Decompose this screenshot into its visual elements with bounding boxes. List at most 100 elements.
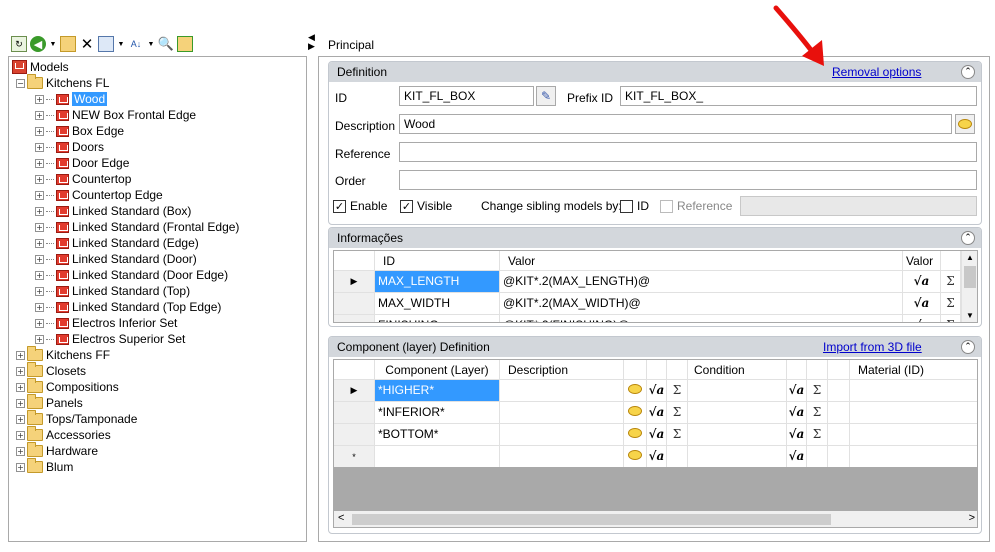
tree-item[interactable]: + Electros Superior Set	[35, 331, 185, 347]
comp-col-condition[interactable]: Condition	[688, 360, 787, 380]
formula-button[interactable]: √a	[787, 380, 807, 402]
comp-cell-description[interactable]	[500, 380, 624, 402]
tree-folder-kitchens-fl[interactable]: − Kitchens FL	[16, 74, 109, 91]
delete-icon[interactable]: ✕	[79, 36, 95, 53]
expand-icon[interactable]: +	[16, 414, 25, 424]
sum-button[interactable]: Σ	[941, 293, 961, 315]
expand-icon[interactable]: +	[35, 270, 44, 280]
tree-item[interactable]: + Countertop Edge	[35, 187, 163, 203]
collapse-component-icon[interactable]: ⌃	[961, 340, 975, 354]
expand-icon[interactable]: +	[35, 126, 44, 136]
expand-icon[interactable]: +	[16, 398, 25, 408]
comp-cell-layer[interactable]: *INFERIOR*	[375, 402, 500, 424]
comp-cell-material[interactable]	[850, 402, 977, 424]
info-cell-valor[interactable]: @KIT*.2(MAX_WIDTH)@	[500, 293, 903, 315]
comp-cell-condition[interactable]	[688, 424, 787, 446]
prefix-id-field[interactable]: KIT_FL_BOX_	[620, 86, 977, 106]
comp-row-header[interactable]	[334, 424, 375, 446]
sum-button[interactable]: Σ	[941, 271, 961, 293]
component-grid[interactable]: Component (Layer) Description Condition …	[333, 359, 978, 528]
expand-icon[interactable]: +	[35, 286, 44, 296]
tree-item[interactable]: + Linked Standard (Edge)	[35, 235, 199, 251]
tree-folder[interactable]: + Accessories	[16, 426, 111, 443]
tree-item[interactable]: + Door Edge	[35, 155, 129, 171]
tree-folder[interactable]: + Panels	[16, 394, 83, 411]
tree-item[interactable]: + Linked Standard (Top)	[35, 283, 190, 299]
tree-item[interactable]: + NEW Box Frontal Edge	[35, 107, 196, 123]
collapse-definition-icon[interactable]: ⌃	[961, 65, 975, 79]
expand-icon[interactable]: +	[16, 446, 25, 456]
enable-checkbox[interactable]: ✓	[333, 200, 346, 213]
formula-button[interactable]: √a	[787, 424, 807, 446]
tree-folder[interactable]: + Compositions	[16, 378, 119, 395]
scroll-thumb[interactable]	[964, 266, 976, 288]
scroll-right-icon[interactable]: >	[969, 512, 975, 524]
expand-icon[interactable]: +	[35, 222, 44, 232]
info-cell-id[interactable]: MAX_LENGTH	[375, 271, 500, 293]
expand-icon[interactable]: +	[16, 350, 25, 360]
comp-cell-material[interactable]	[850, 424, 977, 446]
expand-icon[interactable]: +	[16, 462, 25, 472]
expand-icon[interactable]: +	[35, 174, 44, 184]
reference-field[interactable]	[399, 142, 977, 162]
sum-button[interactable]: Σ	[807, 424, 828, 446]
tree-folder[interactable]: + Closets	[16, 362, 86, 379]
translate-button[interactable]	[624, 380, 647, 402]
expand-icon[interactable]: +	[35, 302, 44, 312]
formula-button[interactable]: √a	[787, 446, 807, 468]
sum-button[interactable]: Σ	[941, 315, 961, 322]
tree-item[interactable]: + Linked Standard (Door)	[35, 251, 197, 267]
comp-cell-condition[interactable]	[688, 380, 787, 402]
sum-button[interactable]: Σ	[667, 380, 688, 402]
removal-options-link[interactable]: Removal options	[832, 65, 921, 79]
comp-cell-description[interactable]	[500, 402, 624, 424]
tree-item[interactable]: + Linked Standard (Box)	[35, 203, 191, 219]
translate-button[interactable]	[955, 114, 975, 134]
tree-folder[interactable]: + Tops/Tamponade	[16, 410, 137, 427]
expand-icon[interactable]: +	[35, 238, 44, 248]
info-col-valor[interactable]: Valor	[500, 251, 903, 271]
id-field[interactable]: KIT_FL_BOX	[399, 86, 534, 106]
sum-button[interactable]	[807, 446, 828, 468]
info-col-valor2[interactable]: Valor	[903, 251, 941, 271]
sum-button[interactable]: Σ	[807, 380, 828, 402]
tree-item[interactable]: + Electros Inferior Set	[35, 315, 177, 331]
visible-checkbox[interactable]: ✓	[400, 200, 413, 213]
comp-cell-condition[interactable]	[688, 446, 787, 468]
tree-item[interactable]: + Box Edge	[35, 123, 124, 139]
formula-button[interactable]: √a	[647, 424, 667, 446]
sum-button[interactable]: Σ	[667, 402, 688, 424]
scroll-down-icon[interactable]: ▼	[966, 311, 974, 320]
tree-folder[interactable]: + Hardware	[16, 442, 98, 459]
sum-button[interactable]	[667, 446, 688, 468]
comp-cell-condition[interactable]	[688, 402, 787, 424]
import-3d-link[interactable]: Import from 3D file	[823, 340, 922, 354]
model-tree[interactable]: Models − Kitchens FL + Wood + NEW Box Front…	[8, 56, 307, 542]
dropdown-icon[interactable]: ▼	[49, 36, 57, 52]
tree-item[interactable]: + Linked Standard (Door Edge)	[35, 267, 228, 283]
expand-icon[interactable]: +	[35, 254, 44, 264]
splitter-toggle[interactable]: ◀ ▶	[308, 33, 316, 51]
formula-button[interactable]: √a	[647, 446, 667, 468]
expand-icon[interactable]: +	[35, 110, 44, 120]
comp-cell-description[interactable]	[500, 424, 624, 446]
info-row-header[interactable]	[334, 315, 375, 322]
component-horizontal-scrollbar[interactable]: < >	[334, 511, 977, 527]
formula-button[interactable]: √a	[787, 402, 807, 424]
description-field[interactable]: Wood	[399, 114, 952, 134]
horizontal-scroll-thumb[interactable]	[352, 514, 831, 525]
id-picker-button[interactable]: ✎	[536, 86, 556, 106]
expand-icon[interactable]: +	[35, 318, 44, 328]
tab-principal[interactable]: Principal	[328, 38, 374, 52]
expand-icon[interactable]: +	[35, 158, 44, 168]
tree-item[interactable]: + Countertop	[35, 171, 131, 187]
tree-folder[interactable]: + Kitchens FF	[16, 346, 110, 363]
expand-icon[interactable]: +	[35, 94, 44, 104]
info-cell-valor[interactable]: @KIT*.2(FINISHING)@	[500, 315, 903, 322]
expand-right-arrow-icon[interactable]: ▶	[308, 42, 316, 51]
translate-button[interactable]	[624, 424, 647, 446]
sibling-reference-checkbox[interactable]	[660, 200, 673, 213]
comp-row-header[interactable]: *	[334, 446, 375, 468]
sum-button[interactable]: Σ	[807, 402, 828, 424]
tree-root[interactable]: Models	[12, 59, 69, 75]
